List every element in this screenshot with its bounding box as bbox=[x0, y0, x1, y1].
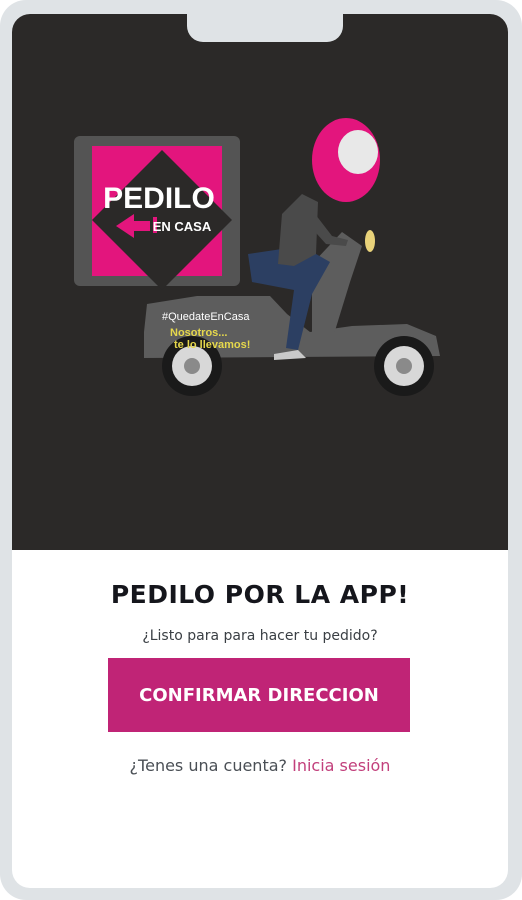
logo-subtext: EN CASA bbox=[153, 219, 212, 234]
login-prompt-row: ¿Tenes una cuenta? Inicia sesión bbox=[12, 756, 508, 775]
page-subtitle: ¿Listo para para hacer tu pedido? bbox=[142, 628, 378, 644]
confirm-address-button[interactable]: CONFIRMAR DIRECCION bbox=[108, 658, 410, 732]
phone-notch bbox=[187, 14, 343, 42]
page-title: PEDILO POR LA APP! bbox=[110, 580, 410, 609]
account-prompt-text: ¿Tenes una cuenta? bbox=[129, 756, 288, 775]
login-link[interactable]: Inicia sesión bbox=[292, 756, 390, 775]
slogan-line-1: Nosotros... bbox=[170, 327, 227, 339]
helmet-visor bbox=[338, 130, 378, 174]
scooter-headlight bbox=[365, 230, 375, 252]
delivery-scooter-illustration: PEDILO EN CASA #QuedateEnCasa Nosotros..… bbox=[74, 118, 440, 396]
hashtag-text: #QuedateEnCasa bbox=[162, 311, 250, 323]
hero-banner: PEDILO EN CASA #QuedateEnCasa Nosotros..… bbox=[12, 14, 508, 550]
app-screen: PEDILO EN CASA #QuedateEnCasa Nosotros..… bbox=[12, 14, 508, 888]
slogan-line-2: te lo llevamos! bbox=[174, 339, 250, 351]
welcome-panel: PEDILO POR LA APP! ¿Listo para para hace… bbox=[12, 550, 508, 888]
front-wheel bbox=[374, 336, 434, 396]
logo-text: PEDILO bbox=[103, 182, 215, 215]
scooter-front bbox=[312, 232, 362, 334]
phone-frame: PEDILO EN CASA #QuedateEnCasa Nosotros..… bbox=[0, 0, 522, 900]
rider-torso bbox=[278, 194, 318, 266]
